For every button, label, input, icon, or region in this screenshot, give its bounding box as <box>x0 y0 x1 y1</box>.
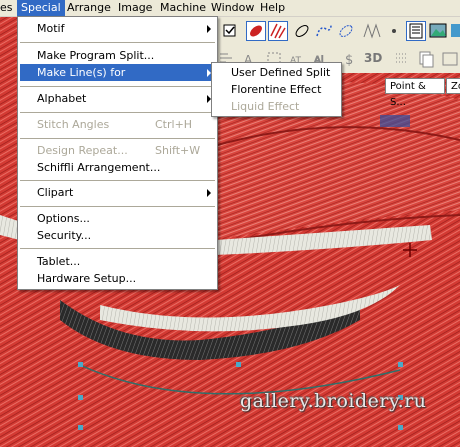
svg-text:$: $ <box>345 53 353 68</box>
menu-edit-partial[interactable]: es <box>0 0 17 16</box>
pages-icon[interactable] <box>416 49 436 69</box>
menu-arrange[interactable]: Arrange <box>63 0 115 16</box>
run-stitch-icon[interactable] <box>314 21 334 41</box>
page-view-icon[interactable] <box>406 21 426 41</box>
blue-leaf-icon[interactable] <box>336 21 356 41</box>
menu-special[interactable]: Special <box>17 0 65 16</box>
checkbox-icon[interactable] <box>220 21 240 41</box>
dot-icon[interactable] <box>384 21 404 41</box>
menu-machine[interactable]: Machine <box>156 0 210 16</box>
menu-item-schiffli-arrangement[interactable]: Schiffli Arrangement... <box>20 159 215 176</box>
watermark-text: gallery.broidery.ru <box>240 390 427 412</box>
menu-separator <box>20 86 215 87</box>
menu-bar: es Special Arrange Image Machine Window … <box>0 0 460 17</box>
make-lines-submenu: User Defined Split Florentine Effect Liq… <box>211 62 342 117</box>
menu-separator <box>20 138 215 139</box>
menu-item-user-defined-split[interactable]: User Defined Split <box>214 64 339 81</box>
embroidery-icon[interactable] <box>450 21 460 41</box>
submenu-arrow-icon <box>207 189 211 197</box>
menu-item-liquid-effect[interactable]: Liquid Effect <box>214 98 339 115</box>
menu-item-clipart[interactable]: Clipart <box>20 184 215 201</box>
menu-item-hardware-setup[interactable]: Hardware Setup... <box>20 270 215 287</box>
special-menu: Motif Make Program Split... Make Line(s)… <box>17 16 218 290</box>
stitch-pattern-icon[interactable] <box>362 21 382 41</box>
menu-window[interactable]: Window <box>207 0 258 16</box>
picture-icon[interactable] <box>428 21 448 41</box>
menu-separator <box>20 42 215 43</box>
menu-item-alphabet[interactable]: Alphabet <box>20 90 215 107</box>
menu-item-stitch-angles[interactable]: Stitch Angles Ctrl+H <box>20 116 215 133</box>
tab-point-select[interactable]: Point & S... <box>385 78 445 108</box>
satin-leaf-icon[interactable] <box>246 21 266 41</box>
menu-item-make-lines-for[interactable]: Make Line(s) for <box>20 64 215 81</box>
menu-separator <box>20 206 215 207</box>
leaf-outline-icon[interactable] <box>292 21 312 41</box>
menu-item-florentine-effect[interactable]: Florentine Effect <box>214 81 339 98</box>
dots-grid-icon[interactable] <box>392 49 412 69</box>
menu-item-options[interactable]: Options... <box>20 210 215 227</box>
tab-zoom[interactable]: Zo <box>446 78 460 94</box>
menu-separator <box>20 180 215 181</box>
menu-item-tablet[interactable]: Tablet... <box>20 253 215 270</box>
menu-separator <box>20 248 215 249</box>
menu-item-design-repeat[interactable]: Design Repeat... Shift+W <box>20 142 215 159</box>
menu-item-make-program-split[interactable]: Make Program Split... <box>20 47 215 64</box>
menu-item-motif[interactable]: Motif <box>20 20 215 37</box>
dollar-icon[interactable]: $ <box>340 49 360 69</box>
frame-icon[interactable] <box>440 49 460 69</box>
menu-help[interactable]: Help <box>256 0 289 16</box>
menu-separator <box>20 112 215 113</box>
menu-image[interactable]: Image <box>114 0 156 16</box>
view-3d-button[interactable]: 3D <box>364 51 386 71</box>
menu-item-security[interactable]: Security... <box>20 227 215 244</box>
drawing-toolbar <box>216 17 460 47</box>
fill-pattern-icon[interactable] <box>268 21 288 41</box>
submenu-arrow-icon <box>207 25 211 33</box>
